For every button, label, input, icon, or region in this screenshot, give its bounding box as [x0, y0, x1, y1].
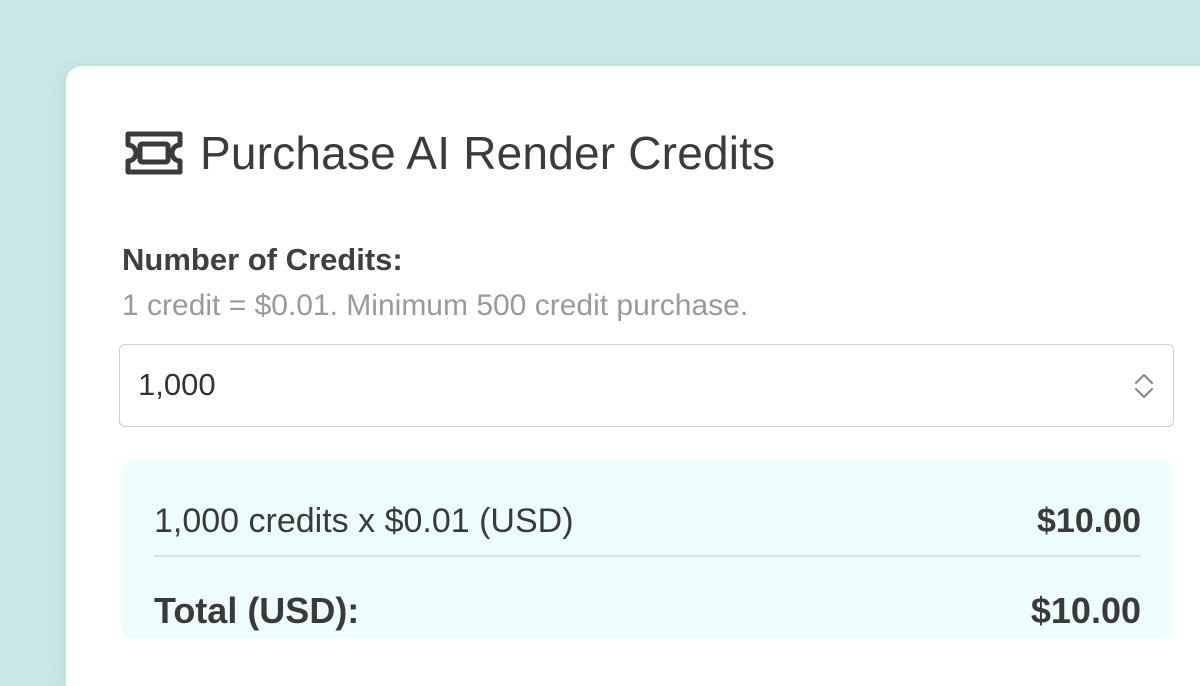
line-item-amount: $10.00	[1037, 502, 1141, 540]
total-amount: $10.00	[1030, 590, 1141, 631]
credits-label: Number of Credits:	[122, 242, 403, 277]
ticket-icon	[122, 128, 186, 178]
dialog-header: Purchase AI Render Credits	[122, 126, 775, 180]
summary-divider	[154, 555, 1141, 557]
credits-quantity-input[interactable]	[119, 344, 1174, 427]
dialog-title: Purchase AI Render Credits	[200, 127, 776, 179]
background-top	[0, 0, 1200, 66]
credits-input-field[interactable]	[138, 367, 1038, 403]
total-label: Total (USD):	[154, 590, 360, 631]
order-summary: 1,000 credits x $0.01 (USD) $10.00 Total…	[121, 460, 1174, 638]
line-item-description: 1,000 credits x $0.01 (USD)	[154, 502, 574, 540]
credits-help-text: 1 credit = $0.01. Minimum 500 credit pur…	[122, 289, 749, 322]
